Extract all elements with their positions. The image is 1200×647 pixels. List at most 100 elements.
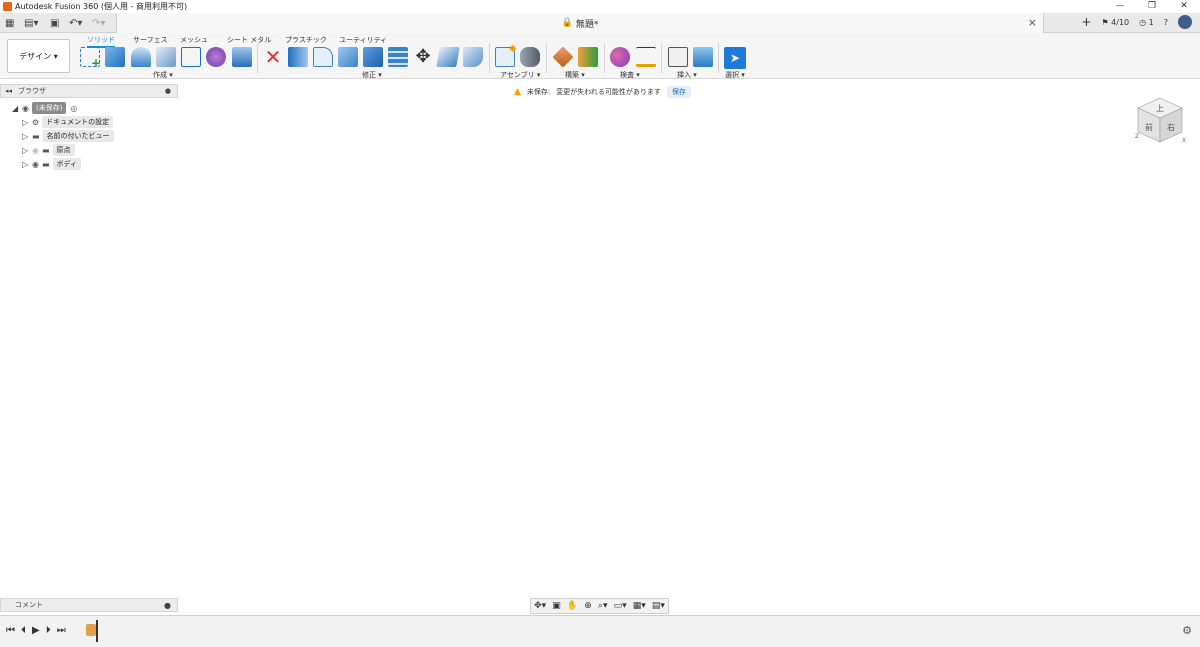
node-label: ドキュメントの設定	[42, 116, 114, 128]
insert-image-button[interactable]	[693, 47, 713, 67]
scale-button[interactable]	[463, 47, 483, 67]
cube-top-label: 上	[1156, 104, 1164, 113]
browser-item-document-settings[interactable]: ▷ ⚙ ドキュメントの設定	[22, 116, 114, 128]
cube-front-label: 前	[1145, 122, 1153, 132]
expand-icon[interactable]: ▷	[22, 146, 32, 155]
joint-button[interactable]	[520, 47, 540, 67]
orbit-icon[interactable]: ✥▾	[534, 601, 546, 611]
group-create[interactable]: 作成 ▾	[153, 70, 173, 80]
group-modify[interactable]: 修正 ▾	[362, 70, 382, 80]
fillet-button[interactable]	[313, 47, 333, 67]
close-window-button[interactable]: ✕	[1168, 0, 1200, 13]
undo-button[interactable]: ↶▾	[69, 15, 82, 31]
align-button[interactable]	[436, 47, 460, 67]
folder-icon: ▬	[32, 131, 40, 141]
rectangular-pattern-button[interactable]	[181, 47, 201, 67]
new-component-button[interactable]: ✸	[495, 44, 517, 67]
avatar[interactable]	[1178, 15, 1192, 29]
form-button[interactable]	[206, 47, 226, 67]
add-comment-icon[interactable]: ●	[164, 601, 171, 610]
save-icon[interactable]: ▣	[50, 15, 59, 31]
redo-button[interactable]: ↷▾	[92, 15, 105, 31]
node-label: 名前の付いたビュー	[42, 130, 114, 142]
activate-radio-icon[interactable]: ◎	[70, 104, 77, 113]
chamfer-button[interactable]	[338, 47, 358, 67]
expand-icon[interactable]: ▷	[22, 132, 32, 141]
tab-mesh[interactable]: メッシュ	[180, 35, 208, 45]
viewports-icon[interactable]: ▤▾	[652, 601, 665, 611]
revolve-button[interactable]	[131, 47, 151, 67]
timeline-marker[interactable]	[96, 620, 98, 642]
separator	[661, 43, 662, 73]
mirror-button[interactable]	[232, 47, 252, 67]
look-at-icon[interactable]: ▣	[552, 601, 561, 611]
group-assemble[interactable]: アセンブリ ▾	[500, 70, 540, 80]
measure-button[interactable]	[636, 47, 656, 67]
timeline-prev-button[interactable]: ⏴	[21, 625, 26, 636]
press-pull-button[interactable]	[288, 47, 308, 67]
restore-button[interactable]: ❐	[1136, 0, 1168, 13]
browser-item-named-views[interactable]: ▷ ▬ 名前の付いたビュー	[22, 130, 114, 142]
save-button[interactable]: 保存	[666, 86, 691, 98]
fusion-logo-icon	[3, 2, 12, 11]
tab-sheet-metal[interactable]: シート メタル	[227, 35, 271, 45]
mesh-model[interactable]	[388, 105, 844, 579]
warning-message: 変更が失われる可能性があります	[556, 88, 661, 96]
move-copy-icon[interactable]: ✥	[413, 47, 433, 67]
timeline-settings-gear-icon[interactable]: ⚙	[1182, 624, 1192, 637]
timeline-next-button[interactable]: ⏵	[46, 625, 51, 636]
pin-icon[interactable]: ●	[165, 87, 171, 95]
pan-hand-icon[interactable]: ✋	[567, 601, 578, 611]
timeline-feature-icon[interactable]	[86, 624, 96, 636]
timeline-play-button[interactable]: ▶	[32, 625, 40, 636]
workspace-switcher[interactable]: デザイン ▾	[7, 39, 70, 73]
new-tab-button[interactable]: +	[1081, 15, 1091, 29]
hole-button[interactable]	[156, 47, 176, 67]
browser-item-bodies[interactable]: ▷ ◉ ▬ ボディ	[22, 158, 82, 170]
expand-icon[interactable]: ▷	[22, 160, 32, 169]
group-select[interactable]: 選択 ▾	[725, 70, 745, 80]
minimize-button[interactable]: —	[1104, 0, 1136, 13]
midplane-button[interactable]	[578, 47, 598, 67]
grid-settings-icon[interactable]: ▦▾	[633, 601, 646, 611]
timeline-end-button[interactable]: ⏭	[57, 625, 66, 636]
delete-icon[interactable]: ✕	[263, 47, 283, 67]
help-icon[interactable]: ?	[1164, 18, 1168, 27]
close-tab-button[interactable]: ×	[1028, 16, 1037, 29]
3d-viewport[interactable]	[0, 79, 1200, 615]
expand-icon[interactable]: ▷	[22, 118, 32, 127]
browser-item-origin[interactable]: ▷ ◉ ▬ 原点	[22, 144, 75, 156]
select-arrow-icon[interactable]: ➤	[724, 47, 746, 69]
file-menu-button[interactable]: ▤▾	[24, 15, 38, 31]
document-tab[interactable]: 🔒 無題* ×	[116, 13, 1044, 33]
zoom-icon[interactable]: ⊕	[584, 601, 592, 611]
extrude-button[interactable]	[105, 47, 125, 67]
view-cube[interactable]: 上 前 右 Z X	[1130, 92, 1190, 152]
tab-surface[interactable]: サーフェス	[133, 35, 168, 45]
browser-root-node[interactable]: ◢ ◉ (未保存) ◎	[12, 102, 80, 114]
app-menu-grid-icon[interactable]: ▦	[5, 15, 14, 31]
insert-derive-button[interactable]	[668, 47, 688, 67]
eye-icon[interactable]: ◉	[22, 104, 29, 113]
group-construct[interactable]: 構築 ▾	[565, 70, 585, 80]
zoom-window-icon[interactable]: ⌕▾	[598, 601, 608, 611]
tab-utilities[interactable]: ユーティリティ	[339, 35, 387, 45]
group-inspect[interactable]: 検査 ▾	[620, 70, 640, 80]
split-body-button[interactable]	[388, 47, 408, 67]
expand-icon[interactable]: ◢	[12, 104, 22, 113]
eye-hidden-icon[interactable]: ◉	[32, 146, 39, 155]
group-insert[interactable]: 挿入 ▾	[677, 70, 697, 80]
interference-button[interactable]	[610, 47, 630, 67]
job-status[interactable]: ⚑ 4/10	[1101, 18, 1129, 27]
notifications[interactable]: ◷ 1	[1139, 18, 1154, 27]
separator	[257, 43, 258, 73]
tab-plastic[interactable]: プラスチック	[285, 35, 327, 45]
timeline-start-button[interactable]: ⏮	[6, 625, 15, 636]
display-settings-icon[interactable]: ▭▾	[614, 601, 627, 611]
eye-icon[interactable]: ◉	[32, 160, 39, 169]
create-sketch-button[interactable]: +	[80, 47, 101, 70]
collapse-panel-icon[interactable]: ◂◂	[5, 87, 12, 95]
offset-plane-button[interactable]	[552, 46, 574, 68]
shell-button[interactable]	[363, 47, 383, 67]
comments-panel[interactable]: コメント ●	[0, 598, 178, 612]
